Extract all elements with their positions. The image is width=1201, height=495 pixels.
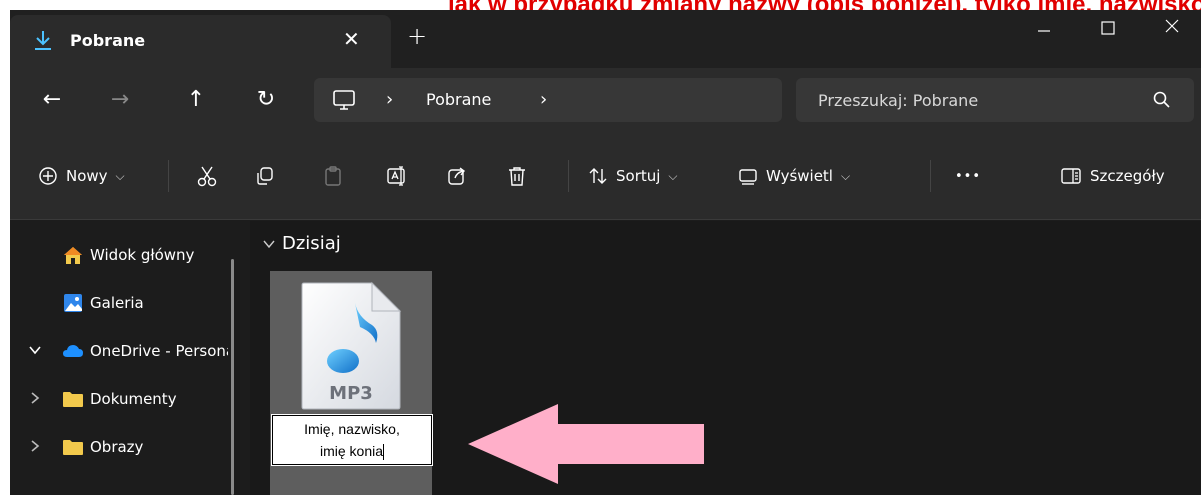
chevron-down-icon: ⌵ <box>668 168 678 183</box>
scissors-icon <box>197 166 217 187</box>
home-icon <box>64 247 82 264</box>
folder-icon <box>63 392 83 407</box>
onedrive-icon <box>63 345 83 357</box>
breadcrumb-downloads[interactable]: Pobrane <box>426 90 491 109</box>
toolbar-divider <box>930 160 931 192</box>
command-bar: Nowy ⌵ Sortuj ⌵ Wyświetl ⌵ ••• Szczegóły <box>10 132 1201 220</box>
details-label: Szczegóły <box>1090 167 1165 185</box>
cut-button[interactable] <box>196 162 218 190</box>
close-icon <box>1165 19 1179 33</box>
paste-button[interactable] <box>322 162 344 190</box>
more-icon: ••• <box>955 168 982 184</box>
sidebar-item-documents[interactable]: Dokumenty <box>10 385 230 415</box>
rename-text-line: imię konia <box>319 443 384 459</box>
chevron-down-icon <box>29 346 41 355</box>
gallery-icon <box>64 294 82 312</box>
file-item-selected[interactable]: MP3 Imię, nazwisko, imię konia <box>270 271 433 495</box>
download-icon <box>35 31 51 50</box>
share-icon <box>448 167 465 185</box>
new-tab-button[interactable]: + <box>407 22 427 50</box>
sidebar-item-onedrive[interactable]: OneDrive - Personal <box>10 337 228 367</box>
new-button[interactable]: Nowy ⌵ <box>38 162 125 190</box>
breadcrumb-separator[interactable]: › <box>540 89 547 110</box>
chevron-down-icon: ⌵ <box>840 168 851 183</box>
sort-label: Sortuj <box>616 167 661 185</box>
mp3-file-icon: MP3 <box>301 281 402 410</box>
tab-title: Pobrane <box>70 31 146 50</box>
rename-icon <box>387 166 405 186</box>
sidebar-item-label: Obrazy <box>90 438 144 456</box>
group-label: Dzisiaj <box>282 233 341 254</box>
sort-button[interactable]: Sortuj ⌵ <box>588 162 678 190</box>
navigation-pane: Widok główny Galeria OneDrive - Personal… <box>10 221 250 495</box>
maximize-button[interactable] <box>1078 10 1138 50</box>
toolbar-divider <box>568 160 569 192</box>
minimize-icon <box>1038 30 1050 32</box>
sort-icon <box>589 168 607 184</box>
chevron-right-icon <box>31 440 40 452</box>
copy-button[interactable] <box>254 162 276 190</box>
plus-circle-icon <box>39 167 57 185</box>
forward-button[interactable]: → <box>106 86 134 114</box>
view-label: Wyświetl <box>766 167 833 185</box>
close-window-button[interactable] <box>1142 10 1201 50</box>
refresh-button[interactable]: ↻ <box>252 86 280 114</box>
tab-bar: Pobrane ✕ + <box>10 10 1201 68</box>
pink-arrow-annotation <box>468 404 704 484</box>
search-input[interactable]: Przeszukaj: Pobrane <box>818 91 978 110</box>
sidebar-item-label: Widok główny <box>90 246 195 264</box>
group-header-today[interactable]: Dzisiaj <box>262 233 341 254</box>
address-field[interactable]: › Pobrane › <box>314 78 782 122</box>
sidebar-item-label: Galeria <box>90 294 144 312</box>
file-list: Dzisiaj MP3 Imię, nazwisko, imię konia <box>250 221 1201 495</box>
chevron-down-icon <box>263 240 275 248</box>
details-pane-icon <box>1061 168 1081 184</box>
copy-icon <box>257 167 273 185</box>
share-button[interactable] <box>446 162 468 190</box>
back-button[interactable]: ← <box>38 86 66 114</box>
breadcrumb-separator[interactable]: › <box>386 89 393 110</box>
view-button[interactable]: Wyświetl ⌵ <box>738 162 850 190</box>
computer-icon <box>333 90 355 110</box>
delete-button[interactable] <box>506 162 528 190</box>
clipboard-icon <box>325 166 341 186</box>
folder-icon <box>63 440 83 455</box>
rename-text-line: Imię, nazwisko, <box>304 421 400 437</box>
tab-close-button[interactable]: ✕ <box>343 27 360 51</box>
rename-button[interactable] <box>386 162 408 190</box>
address-bar-row: ← → ↑ ↻ › Pobrane › Przeszukaj: Pobrane <box>10 68 1201 132</box>
sidebar-item-home[interactable]: Widok główny <box>10 241 230 271</box>
search-icon <box>1153 91 1170 108</box>
sidebar-scrollbar[interactable] <box>231 259 234 495</box>
minimize-button[interactable] <box>1014 10 1074 50</box>
rename-input[interactable]: Imię, nazwisko, imię konia <box>271 414 433 466</box>
trash-icon <box>509 167 525 186</box>
sidebar-item-label: OneDrive - Personal <box>90 342 228 360</box>
chevron-right-icon <box>31 392 40 404</box>
view-icon <box>739 169 757 185</box>
toolbar-divider <box>168 160 169 192</box>
sidebar-item-label: Dokumenty <box>90 390 177 408</box>
new-label: Nowy <box>66 167 108 185</box>
sidebar-item-pictures[interactable]: Obrazy <box>10 433 230 463</box>
more-options-button[interactable]: ••• <box>955 162 981 190</box>
sidebar-item-gallery[interactable]: Galeria <box>10 289 230 319</box>
search-box[interactable]: Przeszukaj: Pobrane <box>796 78 1194 122</box>
maximize-icon <box>1101 21 1115 35</box>
up-button[interactable]: ↑ <box>182 86 210 114</box>
chevron-down-icon: ⌵ <box>115 168 125 183</box>
text-caret <box>383 444 385 461</box>
mp3-label: MP3 <box>329 383 373 404</box>
tab-downloads[interactable]: Pobrane ✕ <box>10 15 391 68</box>
details-button[interactable]: Szczegóły <box>1060 162 1165 190</box>
